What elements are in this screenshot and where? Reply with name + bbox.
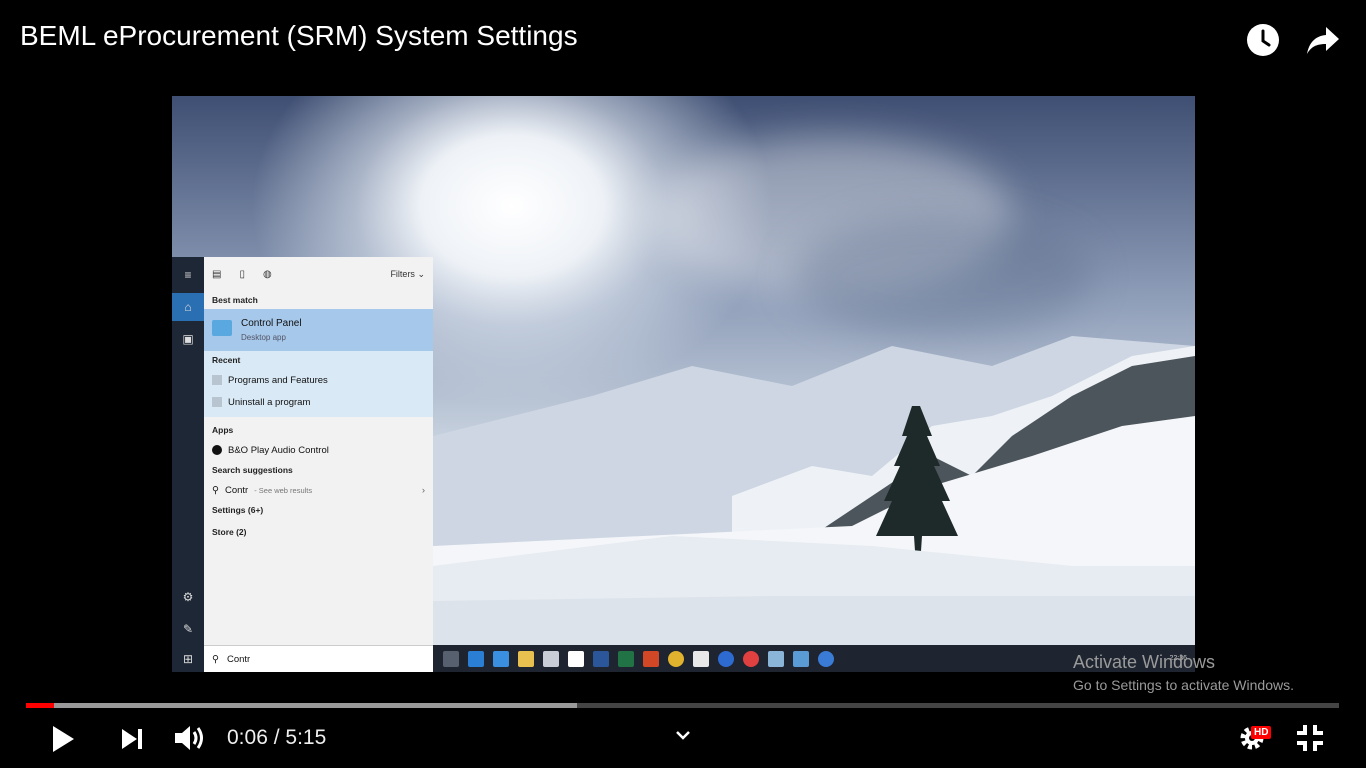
settings-results[interactable]: Settings (6+) bbox=[204, 501, 433, 519]
time-separator: / bbox=[267, 726, 286, 749]
app-icon[interactable] bbox=[793, 650, 809, 667]
hamburger-icon[interactable]: ≡ bbox=[172, 261, 204, 289]
settings-gear-icon[interactable]: ⚙ bbox=[172, 583, 204, 611]
suggestions-heading: Search suggestions bbox=[212, 465, 293, 475]
chevron-down-icon: ⌄ bbox=[417, 268, 425, 279]
watch-later-button[interactable] bbox=[1243, 20, 1283, 60]
recent-item-label: Programs and Features bbox=[228, 374, 328, 386]
video-title[interactable]: BEML eProcurement (SRM) System Settings bbox=[20, 20, 578, 52]
program-icon bbox=[212, 397, 222, 407]
home-icon[interactable]: ⌂ bbox=[172, 293, 204, 321]
program-icon bbox=[212, 375, 222, 385]
best-match-type: Desktop app bbox=[241, 333, 286, 342]
best-match-result[interactable]: Control Panel Desktop app bbox=[204, 309, 433, 351]
volume-icon bbox=[175, 726, 203, 750]
web-suggestion[interactable]: ⚲ Contr - See web results › bbox=[204, 479, 433, 501]
bo-play-icon bbox=[212, 445, 222, 455]
recent-heading: Recent bbox=[212, 355, 241, 365]
recent-item-label: Uninstall a program bbox=[228, 396, 311, 408]
search-input[interactable]: ⚲ Contr bbox=[204, 645, 441, 672]
search-icon: ⚲ bbox=[212, 653, 219, 665]
best-match-heading: Best match bbox=[212, 295, 258, 305]
next-button[interactable] bbox=[118, 726, 146, 752]
file-explorer-icon[interactable] bbox=[518, 650, 534, 667]
share-arrow-icon bbox=[1307, 27, 1339, 54]
app-icon[interactable] bbox=[718, 650, 734, 667]
activate-windows-subtitle: Go to Settings to activate Windows. bbox=[1073, 677, 1294, 693]
next-icon bbox=[122, 729, 142, 749]
buffered-bar bbox=[26, 703, 578, 708]
store-results[interactable]: Store (2) bbox=[204, 523, 433, 541]
apps-filter-icon[interactable]: ▤ bbox=[212, 269, 221, 280]
notebook-icon[interactable]: ▣ bbox=[172, 325, 204, 353]
word-icon[interactable] bbox=[593, 650, 609, 667]
internet-explorer-icon[interactable] bbox=[493, 650, 509, 667]
task-view-icon[interactable] bbox=[443, 650, 459, 667]
play-icon bbox=[53, 726, 74, 752]
search-input-value: Contr bbox=[226, 653, 251, 665]
windows-start-icon[interactable]: ⊞ bbox=[172, 645, 204, 672]
expand-button[interactable] bbox=[672, 725, 694, 745]
chevron-down-icon bbox=[676, 731, 690, 740]
help-icon[interactable] bbox=[818, 650, 834, 667]
app-icon[interactable] bbox=[743, 650, 759, 667]
progress-bar[interactable] bbox=[26, 703, 1339, 708]
share-button[interactable] bbox=[1303, 20, 1343, 60]
web-filter-icon[interactable]: ◍ bbox=[263, 269, 272, 280]
recent-section: Recent Programs and Features Uninstall a… bbox=[204, 351, 433, 417]
app-icon[interactable] bbox=[768, 650, 784, 667]
dropbox-icon[interactable] bbox=[568, 650, 584, 667]
app-item[interactable]: B&O Play Audio Control bbox=[204, 439, 433, 461]
control-panel-icon bbox=[212, 320, 232, 336]
feedback-icon[interactable]: ✎ bbox=[172, 615, 204, 643]
powerpoint-icon[interactable] bbox=[643, 650, 659, 667]
play-button[interactable] bbox=[48, 724, 78, 754]
suggestion-query: Contr bbox=[224, 484, 249, 496]
played-bar bbox=[26, 703, 54, 708]
clock-icon bbox=[1247, 24, 1279, 56]
chevron-right-icon: › bbox=[421, 484, 425, 496]
mail-icon[interactable] bbox=[693, 650, 709, 667]
hd-badge: HD bbox=[1251, 726, 1272, 739]
volume-button[interactable] bbox=[172, 722, 208, 754]
search-panel: ▤ ▯ ◍ Filters ⌄ Best match Control Panel… bbox=[204, 257, 441, 672]
search-icon: ⚲ bbox=[212, 484, 219, 496]
apps-heading: Apps bbox=[212, 425, 234, 435]
recent-item[interactable]: Programs and Features bbox=[204, 369, 433, 391]
excel-icon[interactable] bbox=[618, 650, 634, 667]
suggestion-hint: - See web results bbox=[254, 485, 313, 495]
app-item-label: B&O Play Audio Control bbox=[228, 444, 329, 456]
total-time: 5:15 bbox=[285, 726, 327, 749]
best-match-name: Control Panel bbox=[241, 318, 302, 329]
filters-label: Filters bbox=[390, 268, 415, 279]
exit-fullscreen-button[interactable] bbox=[1294, 722, 1326, 754]
activate-windows-title: Activate Windows bbox=[1073, 652, 1216, 672]
recent-item[interactable]: Uninstall a program bbox=[204, 391, 433, 413]
current-time: 0:06 bbox=[227, 726, 268, 749]
store-icon[interactable] bbox=[543, 650, 559, 667]
edge-icon[interactable] bbox=[468, 650, 484, 667]
documents-filter-icon[interactable]: ▯ bbox=[239, 269, 245, 280]
filters-dropdown[interactable]: Filters ⌄ bbox=[390, 269, 425, 280]
video-frame[interactable]: ≡ ⌂ ▣ ⚙ ✎ ⊞ ▤ ▯ ◍ Filters ⌄ Best match C… bbox=[172, 96, 1195, 672]
start-menu-rail: ≡ ⌂ ▣ ⚙ ✎ ⊞ bbox=[172, 257, 204, 672]
exit-fullscreen-icon bbox=[1297, 725, 1323, 751]
search-panel-toolbar: ▤ ▯ ◍ Filters ⌄ bbox=[204, 257, 433, 291]
time-display: 0:06 / 5:15 bbox=[227, 726, 326, 750]
chrome-icon[interactable] bbox=[668, 650, 684, 667]
